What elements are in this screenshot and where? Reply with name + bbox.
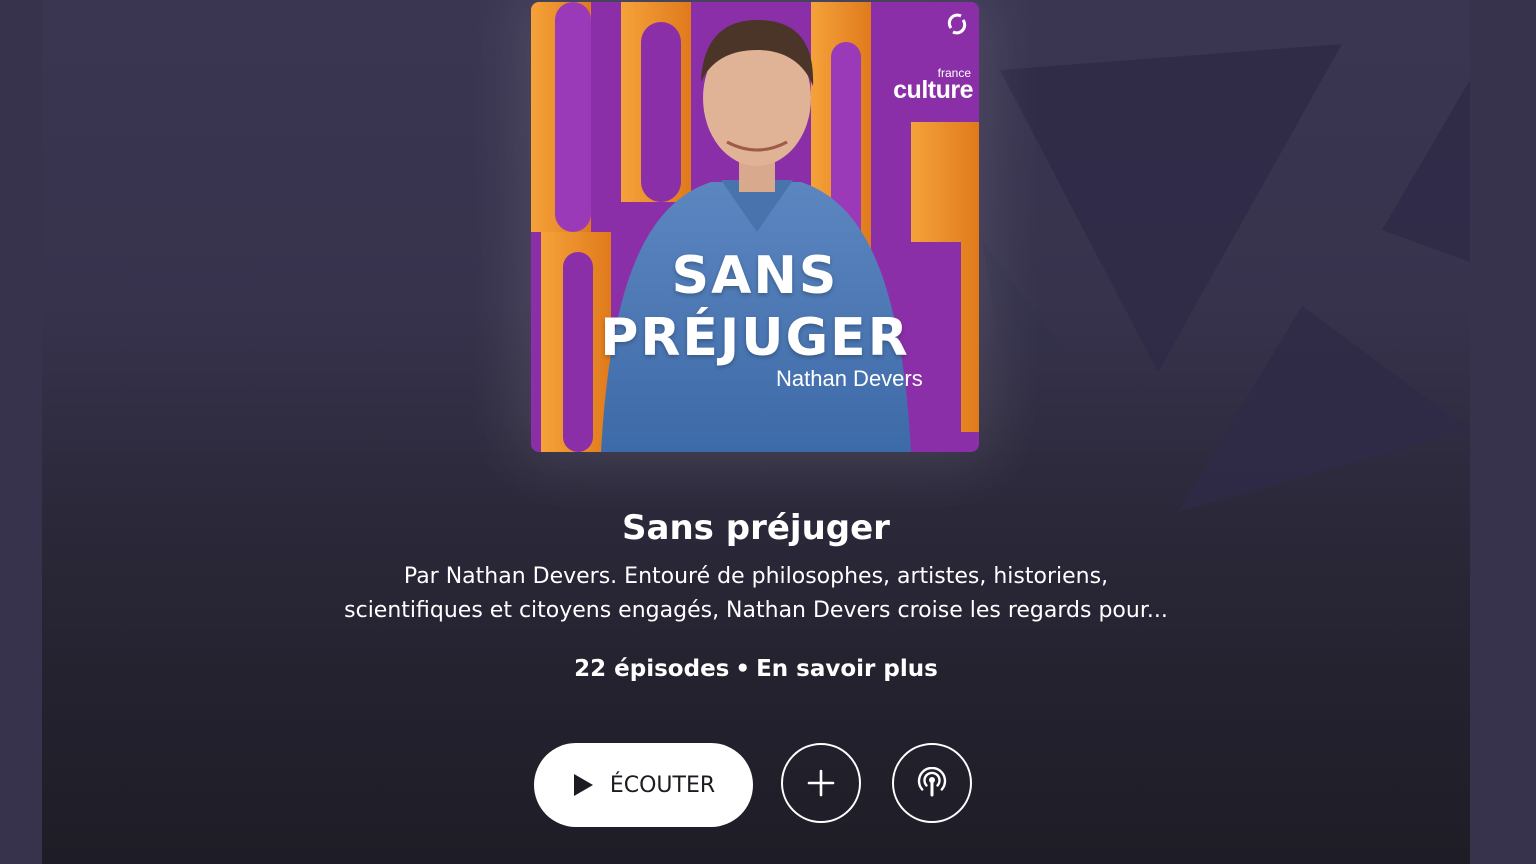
podcast-cover: france culture SANS PRÉJUGER Nathan Deve…: [531, 2, 979, 452]
cover-title-line1: SANS: [671, 246, 839, 306]
podcast-icon: [917, 767, 947, 797]
podcast-title: Sans préjuger: [622, 508, 890, 548]
episode-count: 22 épisodes: [574, 656, 730, 682]
podcast-description: Par Nathan Devers. Entouré de philosophe…: [256, 560, 1256, 628]
cover-title-line2: PRÉJUGER: [600, 308, 910, 368]
brand-large-text: culture: [893, 76, 973, 104]
podcast-header: france culture SANS PRÉJUGER Nathan Deve…: [42, 0, 1470, 864]
station-logo-icon: [947, 13, 967, 35]
france-culture-logo: france culture: [875, 2, 979, 106]
plus-icon: [807, 769, 835, 797]
cover-author: Nathan Devers: [776, 366, 923, 391]
meta-separator: •: [735, 656, 751, 682]
add-to-library-button[interactable]: [781, 743, 861, 823]
podcast-feed-button[interactable]: [892, 743, 972, 823]
description-line: scientifiques et citoyens engagés, Natha…: [344, 598, 1168, 623]
play-icon: [573, 774, 593, 796]
page-frame: france culture SANS PRÉJUGER Nathan Deve…: [0, 0, 1536, 864]
podcast-meta: 22 épisodes • En savoir plus: [42, 656, 1470, 682]
listen-button[interactable]: ÉCOUTER: [534, 743, 753, 827]
listen-button-label: ÉCOUTER: [609, 772, 716, 798]
more-info-link[interactable]: En savoir plus: [756, 656, 938, 682]
description-line: Par Nathan Devers. Entouré de philosophe…: [403, 564, 1109, 589]
